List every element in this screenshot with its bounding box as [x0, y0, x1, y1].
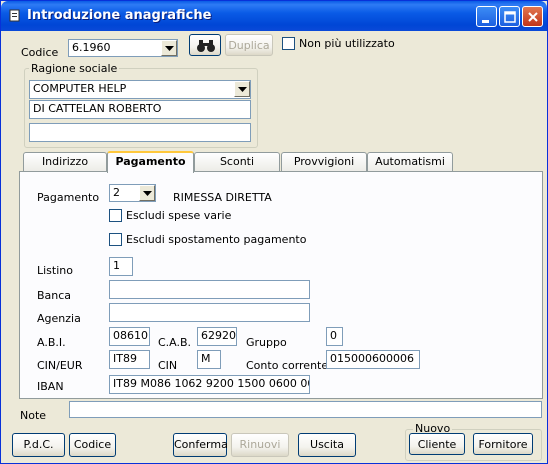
pagamento-value: 2	[113, 186, 120, 199]
tab-pagamento-label: Pagamento	[115, 155, 186, 168]
cin-eur-field[interactable]: IT89	[109, 350, 150, 369]
note-field[interactable]	[69, 401, 542, 418]
maximize-icon	[504, 11, 516, 23]
listino-value: 1	[113, 259, 120, 272]
non-piu-utilizzato-checkbox[interactable]	[282, 37, 295, 50]
cab-value: 62920	[201, 329, 236, 342]
chevron-down-icon	[165, 46, 174, 51]
ragione-dropdown-button[interactable]	[234, 81, 250, 97]
escludi-spostamento-checkbox[interactable]	[109, 233, 122, 246]
pagamento-label: Pagamento	[37, 191, 100, 204]
ragione-line1-value: COMPUTER HELP	[33, 82, 127, 95]
banca-label: Banca	[37, 289, 72, 302]
pagamento-tab-panel: Pagamento 2 RIMESSA DIRETTA Escludi spes…	[19, 171, 543, 399]
note-label: Note	[20, 409, 47, 422]
chevron-down-icon	[143, 191, 152, 196]
title-bar[interactable]: Introduzione anagrafiche	[1, 1, 547, 31]
codice-dropdown-button[interactable]	[161, 40, 177, 56]
window-title: Introduzione anagrafiche	[27, 8, 212, 23]
pagamento-description: RIMESSA DIRETTA	[173, 191, 272, 204]
maximize-button[interactable]	[499, 6, 520, 27]
ragione-line2-value: DI CATTELAN ROBERTO	[33, 102, 162, 115]
listino-field[interactable]: 1	[109, 257, 133, 276]
tab-sconti-label: Sconti	[219, 155, 255, 168]
binoculars-icon	[197, 40, 215, 52]
tab-pagamento[interactable]: Pagamento	[107, 151, 194, 173]
cin-eur-value: IT89	[113, 352, 137, 365]
iban-label: IBAN	[37, 380, 64, 393]
cin-label: CIN	[158, 359, 178, 372]
listino-label: Listino	[37, 264, 73, 277]
gruppo-label: Gruppo	[246, 336, 287, 349]
nuovo-fornitore-button[interactable]: Fornitore	[473, 433, 533, 455]
escludi-spese-label: Escludi spese varie	[126, 209, 232, 222]
escludi-spese-checkbox[interactable]	[109, 209, 122, 222]
banca-field[interactable]	[109, 280, 310, 299]
chevron-down-icon	[238, 87, 247, 92]
agenzia-field[interactable]	[109, 303, 310, 322]
tab-automatismi-label: Automatismi	[375, 155, 445, 168]
tab-indirizzo-label: Indirizzo	[41, 155, 89, 168]
ragione-sociale-legend: Ragione sociale	[29, 62, 120, 75]
conto-corrente-label: Conto corrente	[246, 359, 329, 372]
non-piu-utilizzato-label: Non più utilizzato	[299, 37, 395, 50]
iban-field[interactable]: IT89 M086 1062 9200 1500 0600 006	[109, 375, 310, 394]
pdc-button[interactable]: P.d.C.	[12, 433, 65, 457]
cab-field[interactable]: 62920	[197, 327, 237, 346]
cin-value: M	[201, 352, 211, 365]
codice-label: Codice	[21, 46, 59, 59]
iban-value: IT89 M086 1062 9200 1500 0600 006	[113, 377, 310, 390]
ragione-sociale-line3[interactable]	[29, 123, 251, 142]
minimize-icon	[482, 20, 489, 23]
escludi-spostamento-label: Escludi spostamento pagamento	[126, 233, 307, 246]
cin-field[interactable]: M	[197, 350, 221, 369]
conto-corrente-value: 015000600006	[330, 352, 414, 365]
gruppo-value: 0	[330, 329, 337, 342]
conferma-button[interactable]: Conferma	[173, 433, 228, 457]
pagamento-dropdown-button[interactable]	[139, 185, 155, 201]
main-window: Introduzione anagrafiche Codice 6.1960 D…	[0, 0, 548, 464]
duplica-button[interactable]: Duplica	[225, 34, 273, 56]
tab-automatismi[interactable]: Automatismi	[367, 152, 453, 172]
tab-provvigioni[interactable]: Provvigioni	[281, 152, 367, 172]
conto-corrente-field[interactable]: 015000600006	[326, 350, 420, 369]
gruppo-field[interactable]: 0	[326, 327, 343, 346]
tab-provvigioni-label: Provvigioni	[293, 155, 355, 168]
close-icon	[528, 12, 538, 22]
nuovo-cliente-button[interactable]: Cliente	[409, 433, 465, 455]
abi-label: A.B.I.	[37, 336, 66, 349]
minimize-button[interactable]	[476, 6, 497, 27]
abi-value: 08610	[113, 329, 148, 342]
ragione-sociale-line2[interactable]: DI CATTELAN ROBERTO	[29, 100, 251, 119]
codice-button[interactable]: Codice	[69, 433, 116, 457]
ragione-sociale-combo[interactable]: COMPUTER HELP	[29, 80, 251, 99]
cab-label: C.A.B.	[158, 336, 192, 349]
cin-eur-label: CIN/EUR	[37, 359, 83, 372]
codice-value: 6.1960	[72, 41, 111, 54]
close-button[interactable]	[522, 6, 543, 27]
search-button[interactable]	[189, 34, 221, 56]
tab-sconti[interactable]: Sconti	[194, 152, 280, 172]
rinuovi-button[interactable]: Rinuovi	[231, 433, 289, 457]
uscita-button[interactable]: Uscita	[298, 433, 356, 457]
abi-field[interactable]: 08610	[109, 327, 150, 346]
tab-indirizzo[interactable]: Indirizzo	[23, 152, 107, 172]
agenzia-label: Agenzia	[37, 312, 81, 325]
app-icon	[9, 9, 20, 22]
